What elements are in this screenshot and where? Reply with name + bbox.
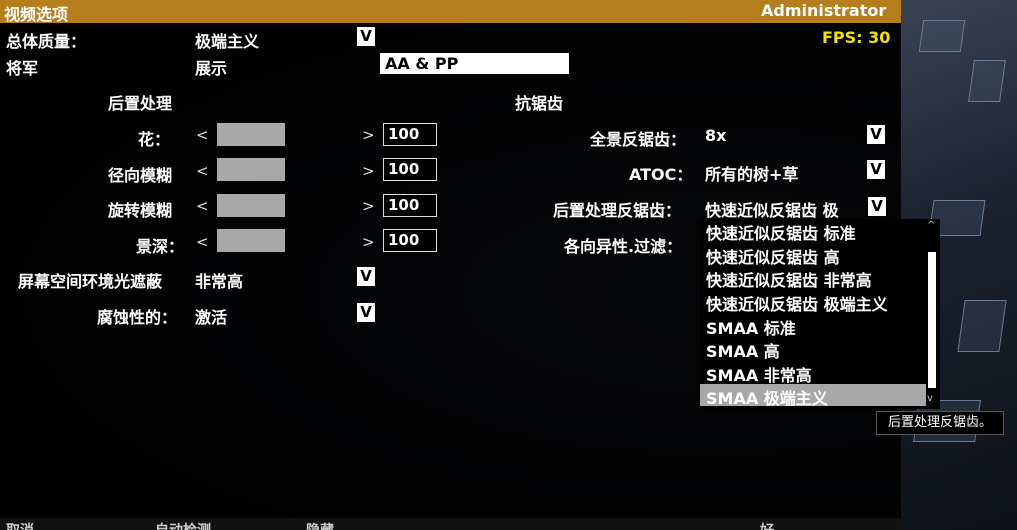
post-aa-label: 后置处理反锯齿： (553, 201, 682, 220)
atoc-value[interactable]: 所有的树+草 (705, 161, 798, 185)
depth-of-field-right-icon[interactable]: > (362, 233, 375, 251)
anisotropic-filter-label: 各向异性.过滤： (564, 237, 683, 256)
scroll-up-icon[interactable]: ^ (927, 220, 935, 231)
corrosion-label: 腐蚀性的： (97, 308, 178, 327)
hide-button[interactable]: 隐藏 (306, 520, 334, 530)
title-bar: 视频选项 Administrator (0, 0, 901, 24)
tab-general[interactable]: 将军 (6, 55, 38, 79)
post-aa-value[interactable]: 快速近似反锯齿 极 (705, 197, 839, 221)
rotation-blur-label: 旋转模糊 (108, 201, 173, 220)
rotation-blur-right-icon[interactable]: > (362, 197, 375, 215)
dropdown-option[interactable]: 快速近似反锯齿 极端主义 (706, 291, 888, 315)
dropdown-option[interactable]: SMAA 标准 (706, 315, 796, 339)
tooltip: 后置处理反锯齿。 (876, 411, 1004, 435)
rotation-blur-left-icon[interactable]: < (196, 197, 209, 215)
auto-detect-button[interactable]: 自动检测 (155, 520, 211, 530)
ssao-label: 屏幕空间环境光遮蔽 (18, 272, 163, 291)
ssao-value[interactable]: 非常高 (195, 268, 243, 292)
overall-quality-dropdown-icon[interactable]: V (357, 27, 375, 46)
radial-blur-slider[interactable] (217, 158, 285, 181)
corrosion-dropdown-icon[interactable]: V (357, 303, 375, 322)
rotation-blur-value[interactable]: 100 (383, 194, 437, 217)
fullscreen-aa-label: 全景反锯齿： (590, 130, 687, 149)
depth-of-field-label: 景深： (136, 237, 185, 256)
window-title: 视频选项 (4, 5, 69, 24)
bloom-slider[interactable] (217, 123, 285, 146)
tab-display[interactable]: 展示 (195, 55, 227, 79)
fps-counter: FPS: 30 (822, 28, 891, 47)
scroll-down-icon[interactable]: v (927, 393, 933, 404)
bottom-button-bar: 取消 自动检测 隐藏 好 (0, 518, 901, 530)
radial-blur-value[interactable]: 100 (383, 158, 437, 181)
dropdown-option[interactable]: SMAA 高 (706, 338, 780, 362)
anti-aliasing-heading: 抗锯齿 (515, 94, 564, 113)
atoc-label: ATOC： (629, 165, 693, 184)
post-aa-dropdown-icon[interactable]: V (867, 196, 887, 217)
cancel-button[interactable]: 取消 (6, 520, 34, 530)
dropdown-option[interactable]: SMAA 非常高 (706, 362, 812, 386)
rotation-blur-slider[interactable] (217, 194, 285, 217)
dropdown-option-selected[interactable]: SMAA 极端主义 (706, 385, 828, 409)
post-processing-heading: 后置处理 (108, 94, 173, 113)
bloom-value[interactable]: 100 (383, 123, 437, 146)
dropdown-option[interactable]: 快速近似反锯齿 非常高 (706, 267, 872, 291)
ok-button[interactable]: 好 (760, 520, 774, 530)
scrollbar-thumb[interactable] (928, 252, 936, 388)
radial-blur-label: 径向模糊 (108, 166, 173, 185)
dropdown-option[interactable]: 快速近似反锯齿 标准 (706, 220, 856, 244)
fullscreen-aa-dropdown-icon[interactable]: V (867, 125, 885, 144)
depth-of-field-value[interactable]: 100 (383, 229, 437, 252)
dropdown-option[interactable]: 快速近似反锯齿 高 (706, 244, 840, 268)
user-name: Administrator (761, 1, 887, 20)
radial-blur-left-icon[interactable]: < (196, 162, 209, 180)
fullscreen-aa-value[interactable]: 8x (705, 126, 726, 145)
depth-of-field-left-icon[interactable]: < (196, 233, 209, 251)
depth-of-field-slider[interactable] (217, 229, 285, 252)
atoc-dropdown-icon[interactable]: V (867, 160, 885, 179)
bloom-left-icon[interactable]: < (196, 126, 209, 144)
post-aa-dropdown-list[interactable]: 快速近似反锯齿 标准 快速近似反锯齿 高 快速近似反锯齿 非常高 快速近似反锯齿… (700, 219, 940, 409)
bloom-label: 花： (138, 130, 171, 149)
corrosion-value[interactable]: 激活 (195, 304, 227, 328)
tab-aa-pp-label: AA & PP (385, 54, 459, 73)
radial-blur-right-icon[interactable]: > (362, 162, 375, 180)
tab-aa-pp[interactable]: AA & PP (380, 53, 569, 74)
overall-quality-label: 总体质量： (6, 32, 87, 51)
ssao-dropdown-icon[interactable]: V (357, 267, 375, 286)
overall-quality-value[interactable]: 极端主义 (195, 28, 259, 52)
bloom-right-icon[interactable]: > (362, 126, 375, 144)
